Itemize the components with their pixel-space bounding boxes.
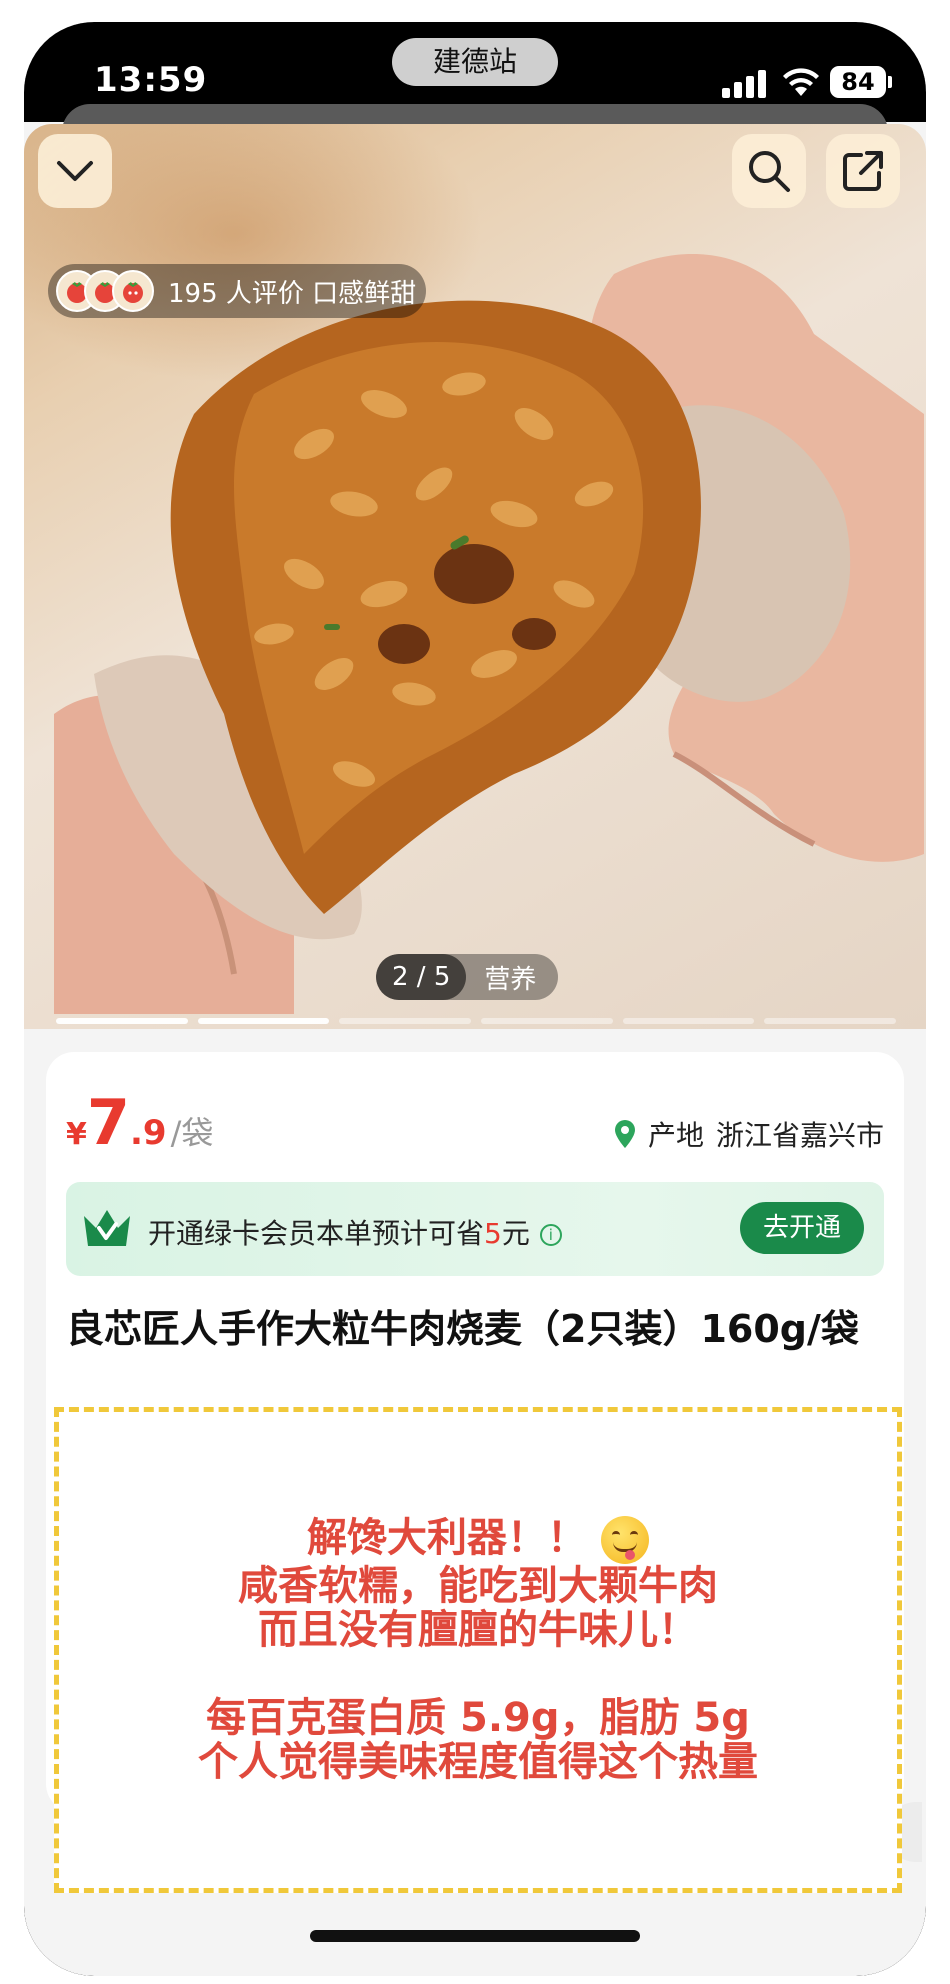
price-integer: 7 [86,1086,131,1159]
info-icon[interactable]: i [539,1224,562,1246]
screen: 13:59 建德站 84 195 人评价 口感鲜甜 2 / 5 营养 ¥ 7 .… [24,22,926,1976]
carousel-segment[interactable] [339,1018,472,1024]
tomato-face-icon [123,282,143,303]
review-note-overlay: 解馋大利器！！ 咸香软糯，能吃到大颗牛肉 而且没有膻膻的牛味儿！ 每百克蛋白质 … [54,1407,902,1893]
cellular-signal-icon [722,70,766,98]
note-line-2: 咸香软糯，能吃到大颗牛肉 [238,1563,718,1609]
membership-message: 开通绿卡会员本单预计可省5元 i [148,1212,562,1252]
page-counter: 2 / 5 [376,954,467,1000]
carousel-segment[interactable] [197,1018,330,1024]
carousel-progress [56,1018,897,1024]
battery-indicator: 84 [830,66,892,98]
status-time: 13:59 [94,60,208,100]
carousel-segment[interactable] [481,1018,613,1024]
rating-text: 195 人评价 口感鲜甜 [168,278,417,309]
location-pin-icon [614,1120,635,1148]
home-indicator[interactable] [310,1930,640,1942]
price-decimal: .9 [130,1113,167,1153]
product-photo [54,254,924,1014]
product-image-carousel[interactable]: 195 人评价 口感鲜甜 2 / 5 营养 [24,124,926,1029]
rating-summary[interactable]: 195 人评价 口感鲜甜 [48,264,426,318]
note-line-1: 解馋大利器！！ [307,1516,649,1564]
phone-frame: 13:59 建德站 84 195 人评价 口感鲜甜 2 / 5 营养 ¥ 7 .… [24,22,926,1976]
membership-amount: 5 [484,1217,502,1250]
membership-text-before: 开通绿卡会员本单预计可省 [148,1217,485,1250]
share-icon [843,151,883,191]
image-tab-label[interactable]: 营养 [466,959,558,996]
origin: 产地 浙江省嘉兴市 [614,1114,884,1154]
image-page-indicator: 2 / 5 营养 [376,954,559,1000]
origin-label: 产地 [647,1119,704,1152]
share-button[interactable] [826,134,900,208]
chevron-down-icon [57,161,93,181]
wifi-icon [783,68,819,96]
carousel-segment[interactable] [56,1018,188,1024]
dynamic-island-label[interactable]: 建德站 [392,38,558,86]
price-currency: ¥ [66,1117,87,1152]
membership-text-after: 元 [501,1217,530,1250]
search-icon [749,151,790,192]
reviewer-avatar [112,270,154,312]
note-line-5: 个人觉得美味程度值得这个热量 [198,1739,758,1785]
carousel-segment[interactable] [622,1018,755,1024]
collapse-button[interactable] [38,134,112,208]
search-button[interactable] [732,134,806,208]
note-line-4: 每百克蛋白质 5.9g，脂肪 5g [206,1695,750,1741]
carousel-segment[interactable] [764,1018,897,1024]
note-line-3: 而且没有膻膻的牛味儿！ [258,1607,698,1653]
origin-value: 浙江省嘉兴市 [715,1119,884,1152]
product-title: 良芯匠人手作大粒牛肉烧麦（2只装）160g/袋 [66,1307,859,1351]
member-crown-icon [84,1210,130,1246]
price-unit: /袋 [170,1114,214,1152]
yummy-face-emoji-icon [601,1516,649,1564]
membership-banner[interactable]: 开通绿卡会员本单预计可省5元 i 去开通 [66,1182,884,1276]
price: ¥ 7 .9 /袋 [66,1092,213,1154]
open-membership-button[interactable]: 去开通 [740,1202,864,1254]
